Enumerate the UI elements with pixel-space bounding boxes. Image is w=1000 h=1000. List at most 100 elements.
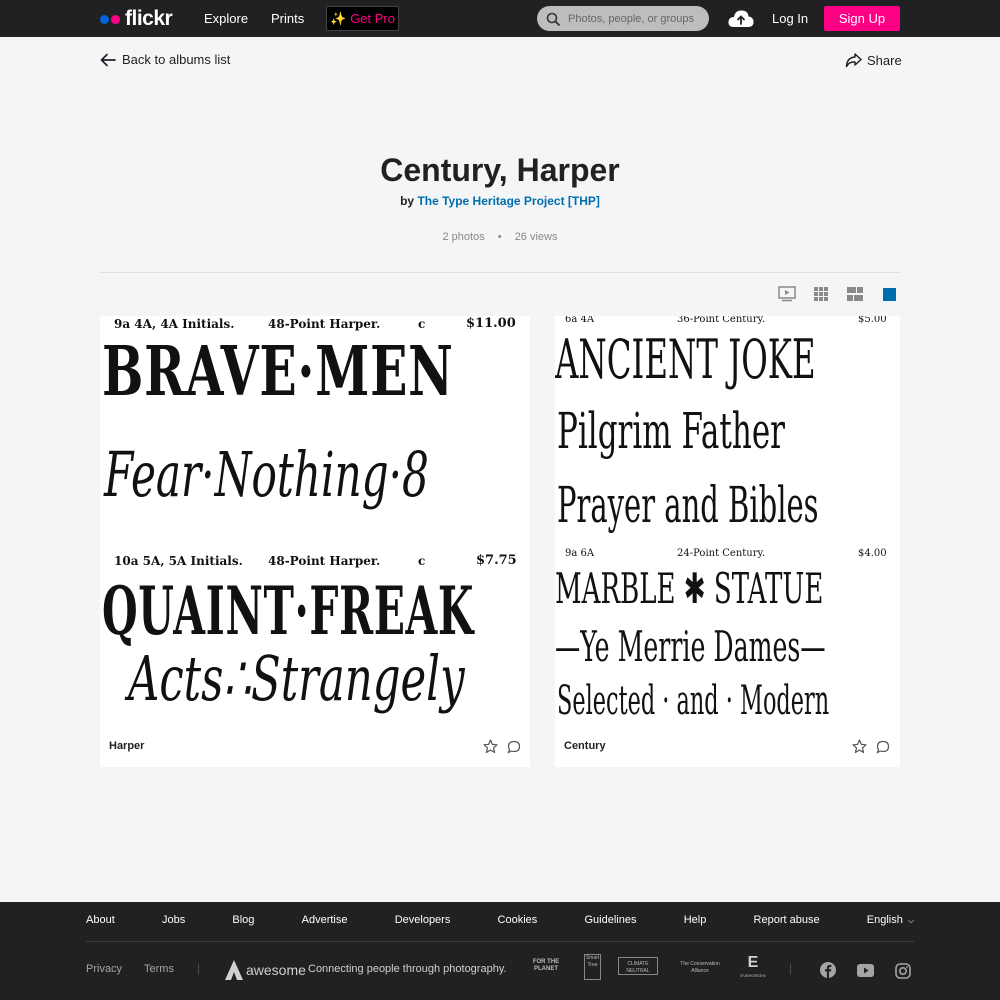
partner-label: EVERGREEN: [740, 973, 766, 978]
share-label: Share: [867, 52, 902, 68]
nav-explore[interactable]: Explore: [204, 11, 248, 26]
specimen-line: $7.75: [476, 553, 517, 568]
back-label: Back to albums list: [122, 52, 231, 67]
footer-link-blog[interactable]: Blog: [232, 914, 254, 926]
specimen-line: $5.00: [858, 316, 887, 325]
album-title: Century, Harper: [380, 152, 620, 188]
specimen-line: BRAVE·MEN: [102, 332, 454, 412]
signup-button[interactable]: Sign Up: [824, 6, 900, 31]
partner-logo-conservation[interactable]: The Conservation Alliance: [678, 961, 722, 975]
specimen-line: ANCIENT JOKE: [555, 328, 816, 391]
flickr-logo[interactable]: flickr: [100, 7, 173, 30]
photo-caption[interactable]: Harper: [109, 740, 144, 752]
specimen-line: 10a 5A, 5A Initials.: [114, 554, 243, 568]
partner-logo-evergreen[interactable]: E EVERGREEN: [740, 954, 766, 980]
specimen-line: 48-Point Harper.: [268, 317, 381, 331]
view-toggle-group: [778, 286, 898, 302]
album-byline: by The Type Heritage Project [THP]: [0, 194, 1000, 208]
footer-separator: |: [789, 963, 792, 975]
specimen-line: c: [418, 554, 426, 568]
instagram-icon[interactable]: [895, 963, 911, 979]
photo-century[interactable]: 6a 4A 36-Point Century. $5.00 ANCIENT JO…: [555, 316, 900, 728]
footer-terms[interactable]: Terms: [144, 963, 174, 975]
arrow-left-icon: [100, 53, 116, 66]
photo-card-harper[interactable]: 9a 4A, 4A Initials. 48-Point Harper. c $…: [100, 316, 530, 767]
search-box[interactable]: [537, 6, 709, 31]
footer-link-cookies[interactable]: Cookies: [498, 914, 538, 926]
justified-view-button[interactable]: [846, 286, 864, 302]
specimen-line: MARBLE ✱ STATUE: [555, 564, 824, 613]
search-input[interactable]: [568, 12, 698, 25]
specimen-line: 24-Point Century.: [677, 548, 766, 559]
footer-link-developers[interactable]: Developers: [395, 914, 451, 926]
partner-label: FOR THE PLANET: [532, 959, 560, 972]
partner-label: The Conservation Alliance: [680, 961, 720, 974]
specimen-line: Fear·Nothing·8: [104, 438, 429, 511]
logo-text: flickr: [125, 7, 173, 30]
smugmug-awesome-logo[interactable]: awesome: [224, 959, 306, 981]
grid-view-button[interactable]: [812, 286, 830, 302]
partner-logo-climate[interactable]: CLIMATE NEUTRAL: [618, 957, 658, 975]
slideshow-view-button[interactable]: [778, 286, 796, 302]
partner-logo-tree[interactable]: Smart Tree: [584, 954, 601, 980]
by-label: by: [400, 194, 415, 208]
footer-divider: [86, 941, 914, 942]
language-label: English: [866, 914, 903, 926]
specimen-line: QUAINT·FREAK: [102, 572, 475, 650]
get-pro-label: Get Pro: [350, 11, 395, 26]
photo-harper[interactable]: 9a 4A, 4A Initials. 48-Point Harper. c $…: [100, 316, 530, 728]
login-link[interactable]: Log In: [772, 11, 808, 26]
photo-caption[interactable]: Century: [564, 740, 606, 752]
comment-icon[interactable]: [507, 740, 521, 754]
partner-label: CLIMATE NEUTRAL: [626, 961, 650, 974]
specimen-line: 9a 4A, 4A Initials.: [114, 317, 235, 331]
footer-privacy[interactable]: Privacy: [86, 963, 122, 975]
share-icon: [845, 53, 862, 68]
specimen-line: Selected · and · Modern: [557, 678, 830, 724]
upload-cloud-icon[interactable]: [728, 9, 754, 28]
stats-separator: •: [497, 231, 502, 243]
footer: About Jobs Blog Advertise Developers Coo…: [0, 902, 1000, 1000]
comment-icon[interactable]: [876, 740, 890, 754]
specimen-line: $4.00: [858, 548, 887, 559]
header-divider: [100, 272, 900, 273]
specimen-line: 48-Point Harper.: [268, 554, 381, 568]
partner-logo-planet[interactable]: FOR THE PLANET: [525, 959, 567, 973]
star-icon[interactable]: [852, 739, 867, 754]
specimen-line: 36-Point Century.: [677, 316, 766, 325]
justified-icon: [847, 287, 863, 301]
specimen-line: —Ye Merrie Dames—: [555, 622, 826, 671]
footer-link-help[interactable]: Help: [684, 914, 707, 926]
footer-link-advertise[interactable]: Advertise: [302, 914, 348, 926]
footer-tagline: Connecting people through photography.: [308, 963, 507, 975]
top-nav: flickr Explore Prints ✨ Get Pro Log In S…: [0, 0, 1000, 37]
specimen-line: c: [418, 317, 426, 331]
language-selector[interactable]: English ⌵: [867, 914, 914, 926]
specimen-line: Pilgrim Father: [557, 402, 785, 460]
specimen-line: 9a 6A: [565, 548, 595, 559]
owner-link[interactable]: The Type Heritage Project [THP]: [417, 194, 599, 208]
photo-card-century[interactable]: 6a 4A 36-Point Century. $5.00 ANCIENT JO…: [555, 316, 900, 767]
youtube-icon[interactable]: [857, 964, 874, 977]
logo-pink-dot: [111, 14, 120, 24]
back-to-albums-link[interactable]: Back to albums list: [100, 52, 230, 67]
get-pro-button[interactable]: ✨ Get Pro: [326, 6, 399, 31]
footer-link-report-abuse[interactable]: Report abuse: [754, 914, 820, 926]
star-icon[interactable]: [483, 739, 498, 754]
facebook-icon[interactable]: [820, 962, 836, 978]
footer-link-guidelines[interactable]: Guidelines: [585, 914, 637, 926]
grid-icon: [814, 287, 828, 301]
footer-link-jobs[interactable]: Jobs: [162, 914, 185, 926]
footer-link-about[interactable]: About: [86, 914, 115, 926]
awesome-logo-icon: [225, 960, 243, 980]
partner-label: Smart Tree: [585, 955, 600, 968]
nav-prints[interactable]: Prints: [271, 11, 304, 26]
evergreen-e-icon: E: [747, 954, 759, 971]
large-view-button[interactable]: [880, 286, 898, 302]
footer-links: About Jobs Blog Advertise Developers Coo…: [86, 914, 914, 926]
share-button[interactable]: Share: [845, 52, 902, 68]
logo-blue-dot: [100, 14, 109, 24]
slideshow-icon: [778, 286, 796, 302]
sparkle-icon: ✨: [330, 10, 347, 26]
specimen-line: 6a 4A: [565, 316, 595, 325]
